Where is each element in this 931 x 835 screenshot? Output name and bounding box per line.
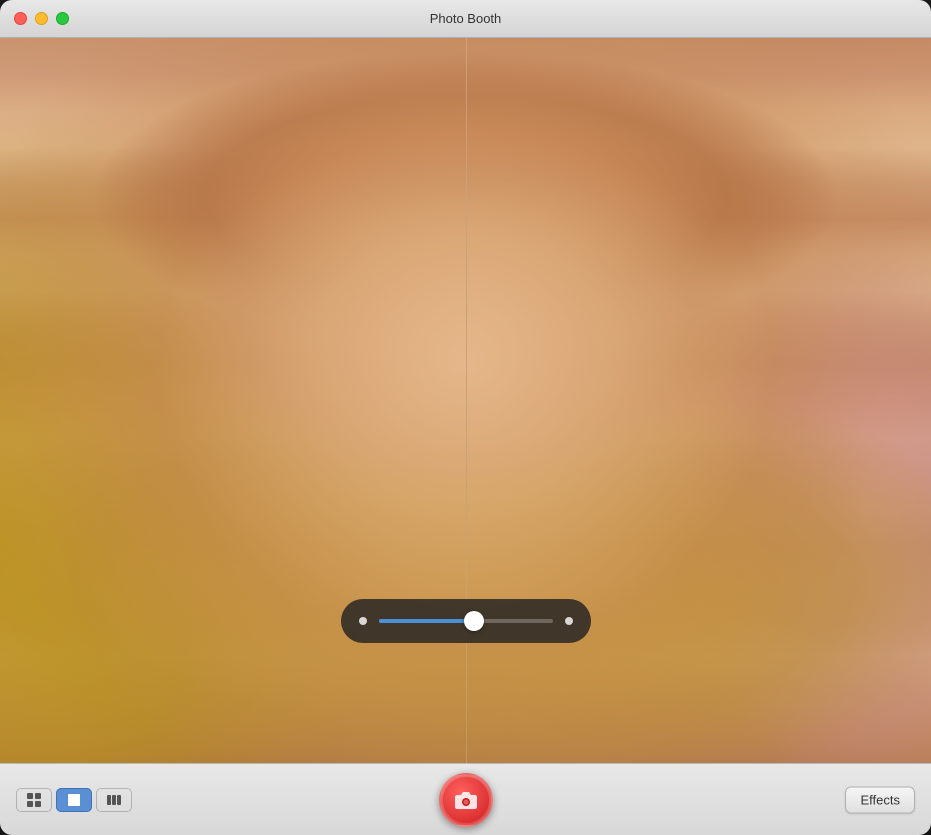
window-title: Photo Booth (430, 11, 502, 26)
strip-view-button[interactable] (96, 788, 132, 812)
slider-track[interactable] (379, 619, 553, 623)
slider-thumb[interactable] (464, 611, 484, 631)
view-mode-buttons (16, 788, 132, 812)
single-view-button[interactable] (56, 788, 92, 812)
close-button[interactable] (14, 12, 27, 25)
app-window: Photo Booth (0, 0, 931, 835)
camera-view (0, 38, 931, 763)
bottom-toolbar: Effects (0, 763, 931, 835)
effects-button[interactable]: Effects (845, 786, 915, 813)
slider-max-indicator (565, 617, 573, 625)
mirror-seam-line (466, 38, 468, 763)
title-bar: Photo Booth (0, 0, 931, 38)
slider-min-indicator (359, 617, 367, 625)
effect-slider-overlay (341, 599, 591, 643)
traffic-lights (0, 12, 69, 25)
capture-button[interactable] (439, 773, 493, 827)
capture-button-container (439, 773, 493, 827)
photo-canvas (0, 38, 931, 763)
slider-fill (379, 619, 475, 623)
camera-icon (454, 790, 478, 810)
maximize-button[interactable] (56, 12, 69, 25)
minimize-button[interactable] (35, 12, 48, 25)
grid-view-button[interactable] (16, 788, 52, 812)
